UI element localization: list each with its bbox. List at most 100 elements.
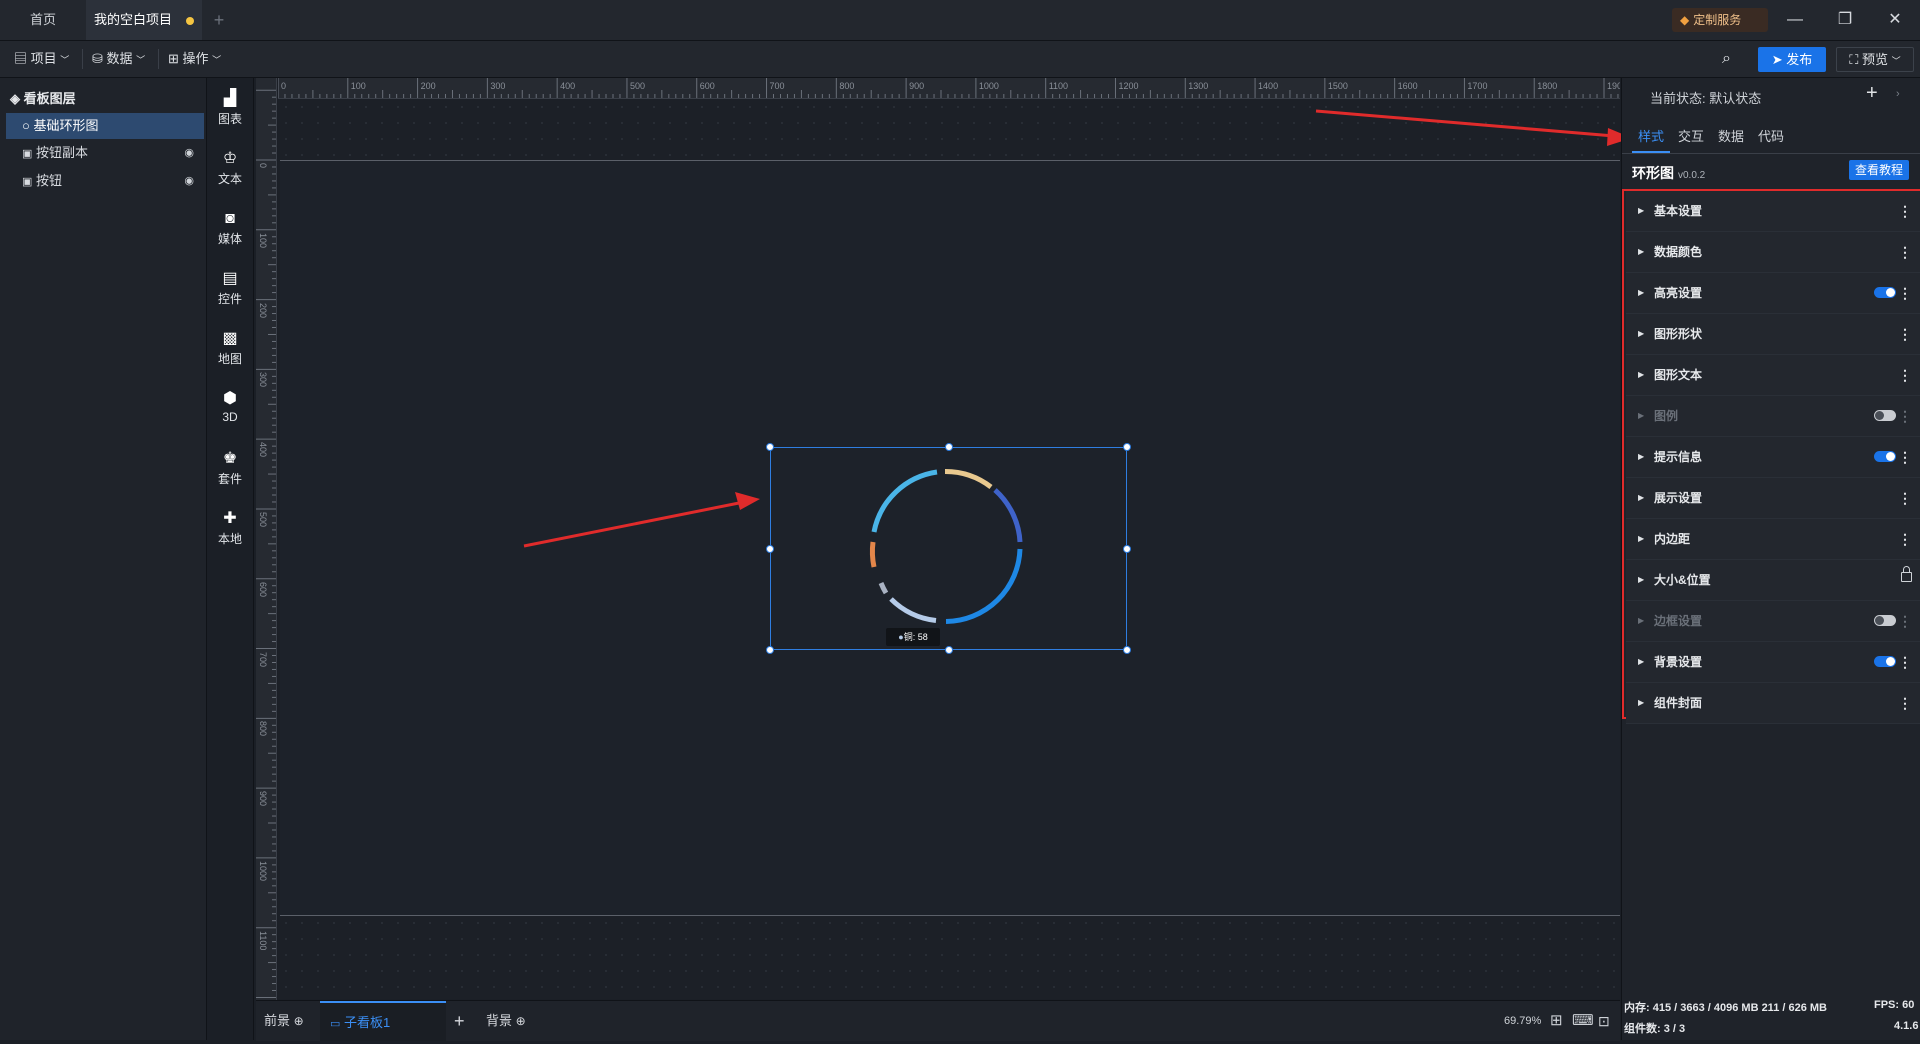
tab-style[interactable]: 样式 <box>1638 126 1664 145</box>
view-tutorial-button[interactable]: 查看教程 <box>1849 160 1909 180</box>
comp-3d[interactable]: ⬢ 3D <box>207 390 253 424</box>
more-vertical-icon[interactable]: ⋮ <box>1898 437 1912 477</box>
comp-text[interactable]: ♔ 文本 <box>207 150 253 187</box>
comp-chart[interactable]: ▟ 图表 <box>207 90 253 127</box>
more-vertical-icon[interactable]: ⋮ <box>1898 273 1912 313</box>
ruler-label: 800 <box>258 721 268 737</box>
preview-button[interactable]: ⛶ 预览 ﹀ <box>1836 47 1914 72</box>
settings-row[interactable]: ▶ 组件封面 ⋮ <box>1626 683 1920 724</box>
tab-code[interactable]: 代码 <box>1758 126 1784 145</box>
settings-row[interactable]: ▶ 内边距 ⋮ <box>1626 519 1920 560</box>
resize-handle[interactable] <box>1123 443 1131 451</box>
add-tab-button[interactable]: + <box>206 0 232 40</box>
resize-handle[interactable] <box>1123 646 1131 654</box>
ruler-top[interactable]: 0 100 200 300 400 500 600 700 800 900 1000 1100 1200… <box>278 78 1620 99</box>
settings-row[interactable]: ▶ 边框设置 ⋮ <box>1626 601 1920 642</box>
terminal-icon[interactable]: ⊡ <box>1598 1001 1610 1041</box>
resize-handle[interactable] <box>945 646 953 654</box>
comp-local[interactable]: ✚ 本地 <box>207 510 253 547</box>
tab-home[interactable]: 首页 <box>0 0 86 40</box>
caret-right-icon: ▶ <box>1638 452 1645 461</box>
publish-button[interactable]: ➤ 发布 <box>1758 47 1826 72</box>
ruler-label: 400 <box>258 442 268 458</box>
close-icon[interactable]: ✕ <box>1870 0 1920 40</box>
lock-icon[interactable] <box>1901 566 1912 582</box>
current-state[interactable]: 当前状态: 默认状态 <box>1650 88 1761 107</box>
more-vertical-icon[interactable]: ⋮ <box>1898 314 1912 354</box>
add-circle-icon[interactable]: ⊕ <box>516 1014 526 1028</box>
tab-interaction[interactable]: 交互 <box>1678 126 1704 145</box>
settings-row[interactable]: ▶ 基本设置 ⋮ <box>1626 191 1920 232</box>
comp-map[interactable]: ▩ 地图 <box>207 330 253 367</box>
settings-row-label: 组件封面 <box>1654 696 1703 710</box>
hidden-eye-icon[interactable]: ◉ <box>184 168 194 194</box>
more-vertical-icon[interactable]: ⋮ <box>1898 191 1912 231</box>
toggle-switch[interactable] <box>1874 410 1896 421</box>
zoom-level[interactable]: 69.79% <box>1504 1001 1541 1041</box>
tab-data[interactable]: 数据 <box>1718 126 1744 145</box>
caret-right-icon: ▶ <box>1638 616 1645 625</box>
more-vertical-icon[interactable]: ⋮ <box>1898 683 1912 723</box>
settings-row-label: 图形文本 <box>1654 368 1703 382</box>
search-icon[interactable]: ⌕ <box>1722 41 1731 77</box>
caret-right-icon: ▶ <box>1638 247 1645 256</box>
settings-row[interactable]: ▶ 图形文本 ⋮ <box>1626 355 1920 396</box>
fit-screen-icon[interactable]: ⊞ <box>1550 1001 1563 1041</box>
image-icon: ▣ <box>22 148 33 160</box>
resize-handle[interactable] <box>1123 545 1131 553</box>
toggle-switch[interactable] <box>1874 615 1896 626</box>
property-panel: 当前状态: 默认状态 + › 样式 交互 数据 代码 环形图 v0.0.2 查看教… <box>1621 78 1920 1040</box>
caret-right-icon: ▶ <box>1638 206 1645 215</box>
tab-project[interactable]: 我的空白项目 <box>86 0 202 40</box>
more-vertical-icon[interactable]: ⋮ <box>1898 396 1912 436</box>
comp-suite[interactable]: ♚ 套件 <box>207 450 253 487</box>
chevron-right-icon[interactable]: › <box>1896 88 1900 100</box>
layer-item[interactable]: ▣ 按钮 ◉ <box>6 168 204 194</box>
custom-service-button[interactable]: ◆ 定制服务 <box>1672 8 1768 32</box>
settings-row[interactable]: ▶ 提示信息 ⋮ <box>1626 437 1920 478</box>
comp-media[interactable]: ◙ 媒体 <box>207 210 253 247</box>
layer-item[interactable]: ▣ 按钮副本 ◉ <box>6 140 204 166</box>
toggle-switch[interactable] <box>1874 451 1896 462</box>
settings-row-label: 内边距 <box>1654 532 1691 546</box>
menu-data[interactable]: ⛁ 数据 ﹀ <box>92 41 145 77</box>
selection-box[interactable] <box>766 443 1131 654</box>
add-state-icon[interactable]: + <box>1866 82 1878 105</box>
settings-row-label: 数据颜色 <box>1654 245 1703 259</box>
tab-background[interactable]: 背景 ⊕ <box>486 1001 526 1041</box>
more-vertical-icon[interactable]: ⋮ <box>1898 355 1912 395</box>
settings-row[interactable]: ▶ 数据颜色 ⋮ <box>1626 232 1920 273</box>
ruler-left[interactable]: 0 100 200 300 400 500 600 700 800 900 1000 1100 <box>256 78 277 1000</box>
settings-row[interactable]: ▶ 背景设置 ⋮ <box>1626 642 1920 683</box>
menu-project[interactable]: ▤ 项目 ﹀ <box>14 41 69 77</box>
diamond-icon: ◆ <box>1680 13 1690 27</box>
more-vertical-icon[interactable]: ⋮ <box>1898 642 1912 682</box>
menu-operate[interactable]: ⊞ 操作 ﹀ <box>168 41 221 77</box>
tab-sub-board[interactable]: ▭ 子看板1 <box>320 1001 446 1041</box>
settings-row[interactable]: ▶ 大小&位置 <box>1626 560 1920 601</box>
settings-row[interactable]: ▶ 展示设置 ⋮ <box>1626 478 1920 519</box>
more-vertical-icon[interactable]: ⋮ <box>1898 478 1912 518</box>
resize-handle[interactable] <box>766 545 774 553</box>
resize-handle[interactable] <box>766 646 774 654</box>
settings-row[interactable]: ▶ 图形形状 ⋮ <box>1626 314 1920 355</box>
toggle-switch[interactable] <box>1874 287 1896 298</box>
minimize-icon[interactable]: — <box>1770 0 1820 40</box>
resize-handle[interactable] <box>766 443 774 451</box>
tab-foreground[interactable]: 前景 ⊕ <box>264 1001 304 1041</box>
keyboard-icon[interactable]: ⌨ <box>1572 1001 1594 1041</box>
layer-item[interactable]: ○ 基础环形图 <box>6 113 204 139</box>
add-board-button[interactable]: + <box>454 1001 465 1041</box>
more-vertical-icon[interactable]: ⋮ <box>1898 232 1912 272</box>
comp-control[interactable]: ▤ 控件 <box>207 270 253 307</box>
resize-handle[interactable] <box>945 443 953 451</box>
toggle-switch[interactable] <box>1874 656 1896 667</box>
settings-row[interactable]: ▶ 高亮设置 ⋮ <box>1626 273 1920 314</box>
restore-icon[interactable]: ❐ <box>1820 0 1870 40</box>
more-vertical-icon[interactable]: ⋮ <box>1898 601 1912 641</box>
publish-label: 发布 <box>1786 52 1813 67</box>
settings-row[interactable]: ▶ 图例 ⋮ <box>1626 396 1920 437</box>
more-vertical-icon[interactable]: ⋮ <box>1898 519 1912 559</box>
add-circle-icon[interactable]: ⊕ <box>294 1014 304 1028</box>
hidden-eye-icon[interactable]: ◉ <box>184 140 194 166</box>
